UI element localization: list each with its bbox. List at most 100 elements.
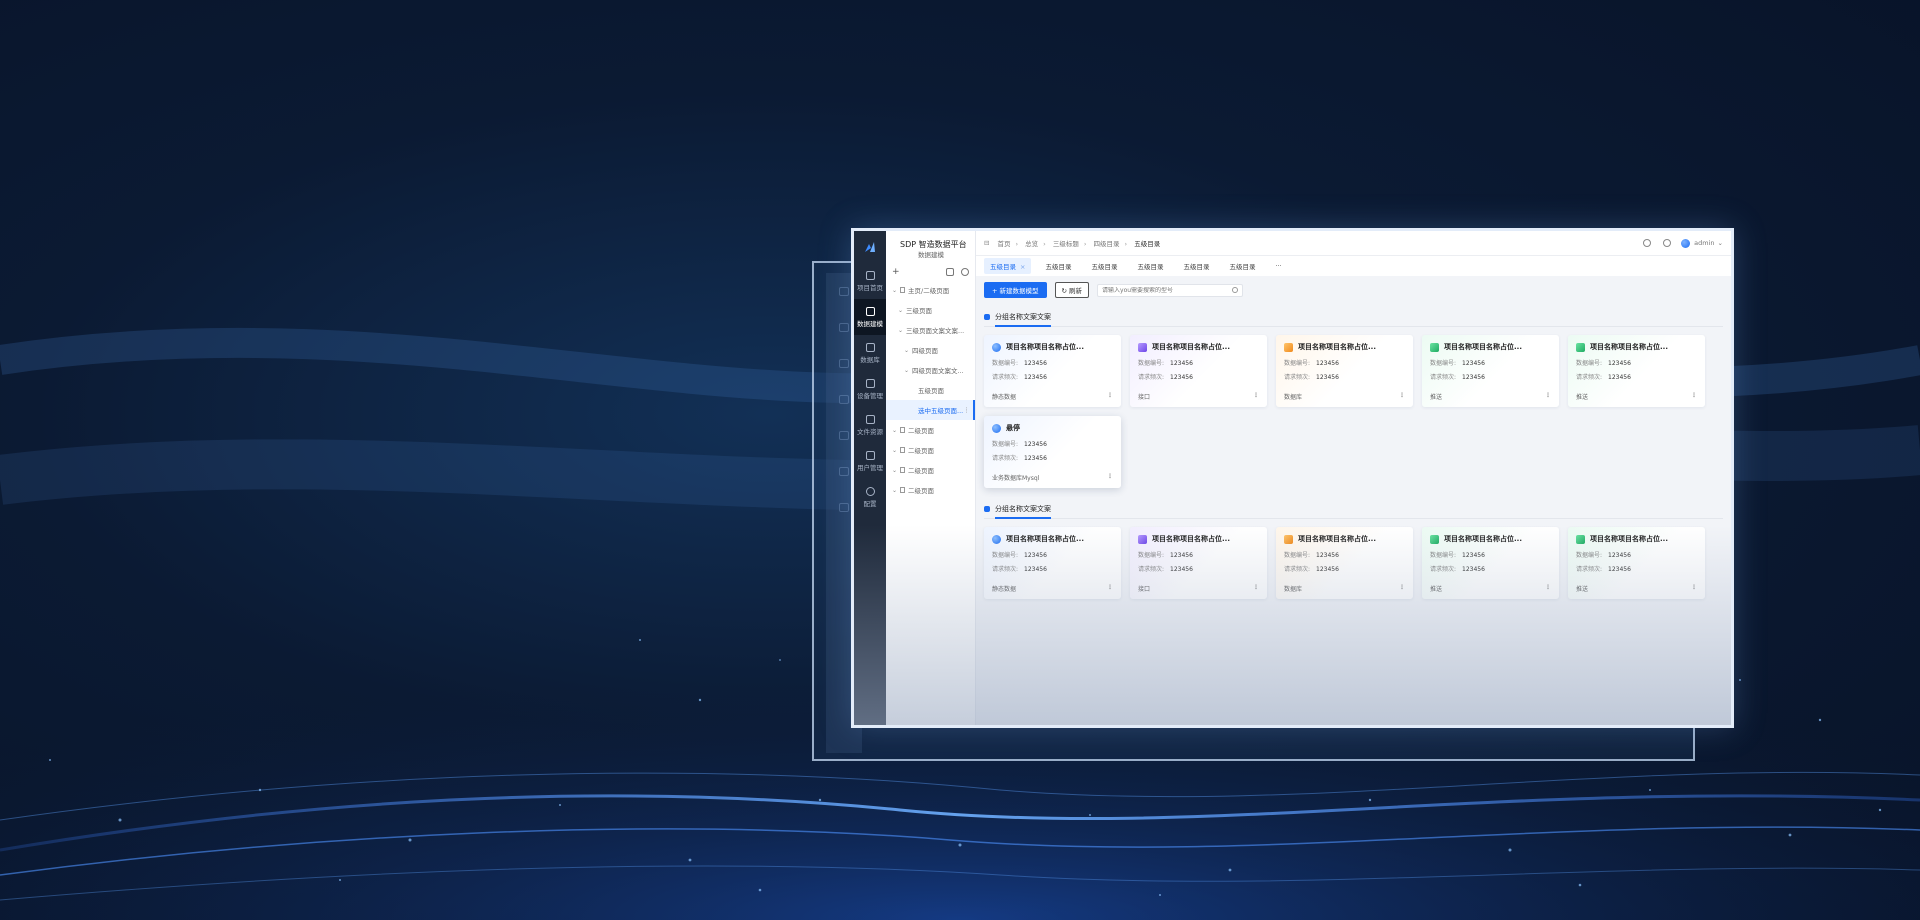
clock-icon[interactable] <box>961 268 969 276</box>
card-id-row: 数据编号: 123456 <box>1430 357 1551 371</box>
breadcrumb-item[interactable]: 三级标题 <box>1053 240 1079 248</box>
card-freq-label: 请求频次: <box>1284 374 1311 381</box>
nav-item-device[interactable]: 设备管理 <box>854 371 886 407</box>
data-model-card[interactable]: 项目名称项目名称占位... 数据编号: 123456 请求频次: 123456 推送… <box>1422 335 1559 407</box>
card-id-value: 123456 <box>1024 360 1047 367</box>
card-more-button[interactable]: ⋮ <box>1545 584 1551 593</box>
data-model-card[interactable]: 项目名称项目名称占位... 数据编号: 123456 请求频次: 123456 数据… <box>1276 335 1413 407</box>
card-group: 分组名称文案文案 项目名称项目名称占位... 数据编号: 123456 请求频次:… <box>984 306 1723 488</box>
data-model-card[interactable]: 项目名称项目名称占位... 数据编号: 123456 请求频次: 123456 推送… <box>1568 527 1705 599</box>
card-id-value: 123456 <box>1462 360 1485 367</box>
card-title-row: 项目名称项目名称占位... <box>1284 342 1405 352</box>
tabs-more-button[interactable]: ··· <box>1269 259 1287 273</box>
card-more-button[interactable]: ⋮ <box>1399 584 1405 593</box>
tree-add-button[interactable]: + <box>892 267 900 277</box>
tree-item[interactable]: ⌄ 四级页面 <box>886 340 975 360</box>
card-footer: 业务数据库Mysql ⋮ <box>992 473 1113 482</box>
db-icon <box>1284 534 1293 544</box>
card-more-button[interactable]: ⋮ <box>1107 392 1113 401</box>
tab[interactable]: 五级目录 <box>1085 258 1123 274</box>
card-more-button[interactable]: ⋮ <box>1545 392 1551 401</box>
document-icon <box>900 447 905 453</box>
data-model-card[interactable]: 项目名称项目名称占位... 数据编号: 123456 请求频次: 123456 接口… <box>1130 527 1267 599</box>
nav-item-data-modeling[interactable]: 数据建模 <box>854 299 886 335</box>
tree-item[interactable]: ⌄ 二级页面 <box>886 440 975 460</box>
data-model-card[interactable]: 项目名称项目名称占位... 数据编号: 123456 请求频次: 123456 静态… <box>984 527 1121 599</box>
user-name[interactable]: admin <box>1694 239 1714 247</box>
nav-label: 数据建模 <box>857 319 883 328</box>
tree-item[interactable]: ⌄ 主页/二级页面 <box>886 280 975 300</box>
chevron-down-icon[interactable]: ⌄ <box>1718 239 1723 247</box>
tree-item[interactable]: ⌄ 三级页面 <box>886 300 975 320</box>
card-type: 接口 <box>1138 394 1151 401</box>
nav-item-files[interactable]: 文件资源 <box>854 407 886 443</box>
data-model-card-hover[interactable]: 悬停 数据编号: 123456 请求频次: 123456 业务数据库Mysql ⋮ <box>984 416 1121 488</box>
nav-item-home[interactable]: 项目首页 <box>854 263 886 299</box>
tree-item-label: 选中五级页面... <box>918 407 964 415</box>
card-type: 推送 <box>1430 394 1443 401</box>
tab-label: 五级目录 <box>990 263 1016 271</box>
page-tabs: 五级目录 × 五级目录 五级目录 五级目录 五级目录 五级目录 ··· <box>976 256 1731 276</box>
new-model-button[interactable]: + 新建数据模型 <box>984 282 1047 298</box>
tree-item-selected[interactable]: 选中五级页面... ⋮ <box>886 400 975 420</box>
card-footer: 推送 ⋮ <box>1576 584 1697 593</box>
tree-item[interactable]: ⌄ 二级页面 <box>886 460 975 480</box>
card-more-button[interactable]: ⋮ <box>1399 392 1405 401</box>
data-model-card[interactable]: 项目名称项目名称占位... 数据编号: 123456 请求频次: 123456 静态… <box>984 335 1121 407</box>
tree-item[interactable]: ⌄ 二级页面 <box>886 420 975 440</box>
tab[interactable]: 五级目录 <box>1039 258 1077 274</box>
card-more-button[interactable]: ⋮ <box>1253 584 1259 593</box>
card-freq-label: 请求频次: <box>1284 566 1311 573</box>
database-icon <box>865 342 875 352</box>
breadcrumb-item[interactable]: 总览 <box>1025 240 1038 248</box>
data-model-card[interactable]: 项目名称项目名称占位... 数据编号: 123456 请求频次: 123456 接口… <box>1130 335 1267 407</box>
data-model-card[interactable]: 项目名称项目名称占位... 数据编号: 123456 请求频次: 123456 推送… <box>1568 335 1705 407</box>
card-title-row: 项目名称项目名称占位... <box>1430 534 1551 544</box>
refresh-button[interactable]: ↻ 刷新 <box>1054 282 1090 298</box>
search-icon[interactable] <box>1232 287 1239 293</box>
tree-item[interactable]: ⌄ 四级页面文案文... <box>886 360 975 380</box>
tab-label: 五级目录 <box>1137 263 1164 271</box>
card-freq-row: 请求频次: 123456 <box>1430 371 1551 385</box>
search-box[interactable] <box>1097 283 1244 297</box>
nav-item-users[interactable]: 用户管理 <box>854 443 886 479</box>
card-more-button[interactable]: ⋮ <box>1691 584 1697 593</box>
nav-item-database[interactable]: 数据库 <box>854 335 886 371</box>
breadcrumb-item[interactable]: 首页 <box>997 240 1010 248</box>
card-more-button[interactable]: ⋮ <box>1691 392 1697 401</box>
avatar[interactable] <box>1681 238 1691 248</box>
search-input[interactable] <box>1102 286 1233 294</box>
tab[interactable]: 五级目录 <box>1131 258 1169 274</box>
card-footer: 静态数据 ⋮ <box>992 392 1113 401</box>
card-more-button[interactable]: ⋮ <box>1253 392 1259 401</box>
card-title: 项目名称项目名称占位... <box>1152 535 1230 543</box>
close-icon[interactable]: × <box>1020 263 1025 271</box>
tree-item-label: 四级页面 <box>912 347 938 355</box>
tree-item[interactable]: ⌄ 二级页面 <box>886 480 975 500</box>
bell-icon[interactable] <box>1663 239 1672 247</box>
card-more-button[interactable]: ⋮ <box>1107 584 1113 593</box>
card-title-row: 项目名称项目名称占位... <box>1138 534 1259 544</box>
card-freq-value: 123456 <box>1024 374 1047 381</box>
tab-active[interactable]: 五级目录 × <box>984 258 1032 274</box>
card-more-button[interactable]: ⋮ <box>1107 473 1113 482</box>
card-freq-row: 请求频次: 123456 <box>992 371 1113 385</box>
data-model-card[interactable]: 项目名称项目名称占位... 数据编号: 123456 请求频次: 123456 推送… <box>1422 527 1559 599</box>
tab-label: 五级目录 <box>1045 263 1072 271</box>
card-freq-row: 请求频次: 123456 <box>992 452 1113 466</box>
tab[interactable]: 五级目录 <box>1223 258 1261 274</box>
more-icon[interactable]: ⋮ <box>963 406 970 414</box>
tab[interactable]: 五级目录 <box>1177 258 1215 274</box>
breadcrumb-item[interactable]: 四级目录 <box>1094 240 1120 248</box>
card-freq-value: 123456 <box>1608 374 1631 381</box>
card-id-value: 123456 <box>1170 360 1193 367</box>
tree-item-label: 主页/二级页面 <box>908 287 950 295</box>
location-icon[interactable] <box>1643 239 1652 247</box>
card-type: 接口 <box>1138 586 1151 593</box>
data-model-card[interactable]: 项目名称项目名称占位... 数据编号: 123456 请求频次: 123456 数据… <box>1276 527 1413 599</box>
tree-item[interactable]: 五级页面 <box>886 380 975 400</box>
grid-icon[interactable] <box>946 268 954 276</box>
tree-item[interactable]: ⌄ 三级页面文案文案... <box>886 320 975 340</box>
nav-item-settings[interactable]: 配置 <box>854 479 886 515</box>
collapse-menu-icon[interactable]: ⊟ <box>984 239 989 247</box>
